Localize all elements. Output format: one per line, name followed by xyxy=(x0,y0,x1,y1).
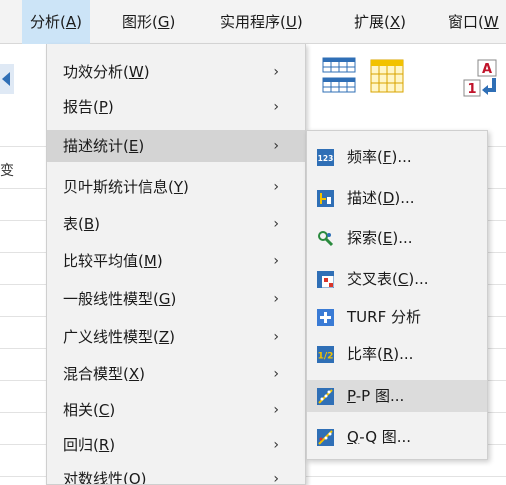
menu-bar: 分析(A) 图形(G) 实用程序(U) 扩展(X) 窗口(W xyxy=(0,0,506,44)
menu-item-compare-means[interactable]: 比较平均值(M) › xyxy=(47,245,305,277)
descriptive-statistics-submenu: 123 频率(F)... 描述(D)... 探索(E)... 交叉表(C)... xyxy=(306,130,488,460)
submenu-item-ratio[interactable]: 1/2 比率(R)... xyxy=(307,338,487,370)
menu-item-power-analysis[interactable]: 功效分析(W) › xyxy=(47,56,305,88)
ratio-icon: 1/2 xyxy=(317,346,334,363)
submenu-item-crosstabs[interactable]: 交叉表(C)... xyxy=(307,263,487,295)
data-view-grid-icon[interactable] xyxy=(322,56,356,96)
menu-item-loglinear[interactable]: 对数线性(O) › xyxy=(47,463,305,485)
menu-item-descriptive-statistics[interactable]: 描述统计(E) › xyxy=(47,130,305,162)
submenu-item-turf-analysis[interactable]: TURF 分析 xyxy=(307,301,487,333)
svg-text:1: 1 xyxy=(467,82,476,97)
pp-plot-icon xyxy=(317,388,334,405)
submenu-arrow-icon: › xyxy=(273,366,279,382)
descriptives-icon xyxy=(317,190,334,207)
menu-item-correlate[interactable]: 相关(C) › xyxy=(47,394,305,426)
submenu-arrow-icon: › xyxy=(273,64,279,80)
menu-graphs[interactable]: 图形(G) xyxy=(114,0,183,44)
svg-text:123: 123 xyxy=(318,154,334,163)
crosstabs-icon xyxy=(317,271,334,288)
menu-item-regression[interactable]: 回归(R) › xyxy=(47,429,305,461)
menu-item-tables[interactable]: 表(B) › xyxy=(47,208,305,240)
analyze-dropdown: 功效分析(W) › 报告(P) › 描述统计(E) › 贝叶斯统计信息(Y) › 表(B… xyxy=(46,44,306,485)
column-header-label: 变 xyxy=(0,163,14,179)
submenu-item-descriptives[interactable]: 描述(D)... xyxy=(307,182,487,214)
frequencies-icon: 123 xyxy=(317,149,334,166)
explore-icon xyxy=(318,231,334,247)
qq-plot-icon xyxy=(317,429,334,446)
menu-item-generalized-linear-model[interactable]: 广义线性模型(Z) › xyxy=(47,321,305,353)
menu-item-reports[interactable]: 报告(P) › xyxy=(47,91,305,123)
submenu-item-pp-plot[interactable]: P-P 图... xyxy=(307,380,487,412)
svg-text:A: A xyxy=(482,62,492,77)
variable-view-grid-icon[interactable] xyxy=(370,56,404,96)
menu-item-general-linear-model[interactable]: 一般线性模型(G) › xyxy=(47,283,305,315)
menu-utilities[interactable]: 实用程序(U) xyxy=(212,0,311,44)
submenu-arrow-icon: › xyxy=(273,216,279,232)
menu-window[interactable]: 窗口(W xyxy=(440,0,506,44)
turf-icon xyxy=(317,309,334,326)
submenu-arrow-icon: › xyxy=(273,179,279,195)
submenu-arrow-icon: › xyxy=(273,291,279,307)
menu-item-mixed-models[interactable]: 混合模型(X) › xyxy=(47,358,305,390)
toolbar-partial-icon[interactable] xyxy=(0,64,14,94)
submenu-item-explore[interactable]: 探索(E)... xyxy=(307,222,487,254)
submenu-arrow-icon: › xyxy=(273,99,279,115)
svg-text:1/2: 1/2 xyxy=(318,352,334,362)
menu-extensions[interactable]: 扩展(X) xyxy=(346,0,414,44)
submenu-arrow-icon: › xyxy=(273,253,279,269)
menu-analyze[interactable]: 分析(A) xyxy=(22,0,90,44)
submenu-arrow-icon: › xyxy=(273,471,279,485)
menu-item-bayesian[interactable]: 贝叶斯统计信息(Y) › xyxy=(47,171,305,203)
submenu-arrow-icon: › xyxy=(273,402,279,418)
submenu-item-qq-plot[interactable]: Q-Q 图... xyxy=(307,421,487,453)
submenu-arrow-icon: › xyxy=(273,437,279,453)
submenu-arrow-icon: › xyxy=(273,138,279,154)
submenu-arrow-icon: › xyxy=(273,329,279,345)
insert-cases-icon[interactable]: A 1 xyxy=(462,58,502,98)
submenu-item-frequencies[interactable]: 123 频率(F)... xyxy=(307,141,487,173)
